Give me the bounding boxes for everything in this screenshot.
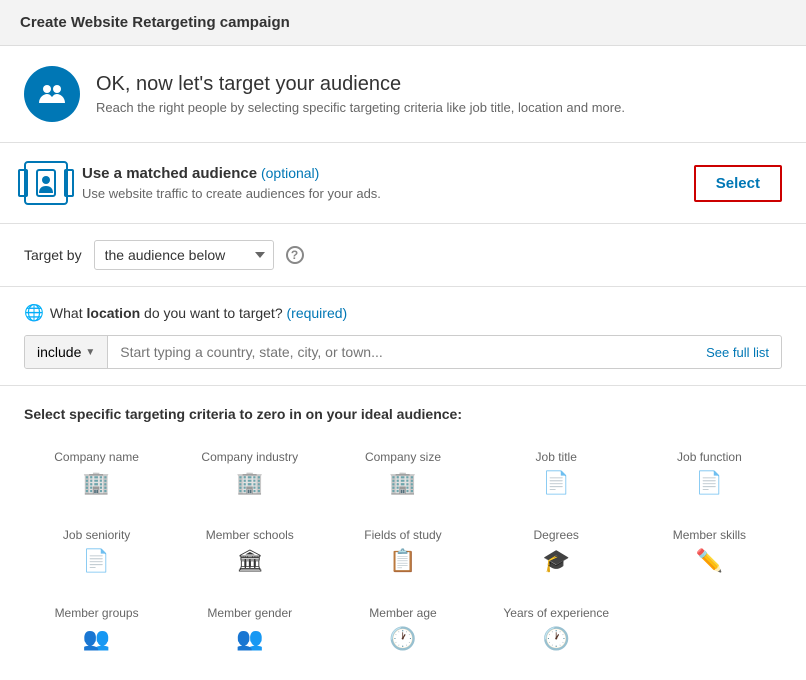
criteria-section-title: Select specific targeting criteria to ze… bbox=[24, 406, 782, 422]
criteria-label: Member gender bbox=[207, 606, 292, 620]
location-input-row: include ▼ See full list bbox=[24, 335, 782, 369]
criteria-icon: 📋 bbox=[389, 548, 416, 574]
criteria-icon: 📄 bbox=[542, 470, 569, 496]
help-icon[interactable]: ? bbox=[286, 246, 304, 264]
criteria-icon: 🏢 bbox=[236, 470, 263, 496]
criteria-label: Years of experience bbox=[503, 606, 609, 620]
criteria-item-years-of-experience[interactable]: Years of experience 🕐 bbox=[484, 598, 629, 660]
criteria-label: Fields of study bbox=[364, 528, 441, 542]
criteria-label: Job seniority bbox=[63, 528, 130, 542]
matched-audience-subtitle: Use website traffic to create audiences … bbox=[82, 186, 680, 201]
criteria-icon: 🕐 bbox=[389, 626, 416, 652]
criteria-icon: 👥 bbox=[83, 626, 110, 652]
matched-audience-text: Use a matched audience (optional) Use we… bbox=[82, 165, 680, 201]
criteria-label: Job title bbox=[536, 450, 577, 464]
criteria-item-member-age[interactable]: Member age 🕐 bbox=[330, 598, 475, 660]
audience-icon-circle bbox=[24, 66, 80, 122]
criteria-item-member-skills[interactable]: Member skills ✏️ bbox=[637, 520, 782, 582]
criteria-item-fields-of-study[interactable]: Fields of study 📋 bbox=[330, 520, 475, 582]
top-bar-suffix: campaign bbox=[216, 14, 290, 31]
criteria-label: Company industry bbox=[201, 450, 298, 464]
location-section: 🌐 What location do you want to target? (r… bbox=[0, 287, 806, 385]
criteria-label: Job function bbox=[677, 450, 742, 464]
criteria-grid: Company name 🏢 Company industry 🏢 Compan… bbox=[24, 442, 782, 660]
criteria-icon: 🏢 bbox=[83, 470, 110, 496]
target-by-section: Target by the audience below ? bbox=[0, 224, 806, 286]
criteria-icon: 🕐 bbox=[542, 626, 569, 652]
see-full-list-link[interactable]: See full list bbox=[694, 337, 781, 368]
globe-icon: 🌐 bbox=[24, 303, 44, 323]
criteria-item-job-seniority[interactable]: Job seniority 📄 bbox=[24, 520, 169, 582]
location-q-end: do you want to target? bbox=[140, 305, 282, 321]
criteria-icon: 🏢 bbox=[389, 470, 416, 496]
criteria-icon: 🎓 bbox=[542, 548, 569, 574]
chevron-down-icon: ▼ bbox=[85, 347, 95, 358]
top-bar: Create Website Retargeting campaign bbox=[0, 0, 806, 46]
criteria-icon: 🏛 bbox=[236, 548, 264, 574]
audience-header-text: OK, now let's target your audience Reach… bbox=[96, 73, 625, 115]
matched-audience-title: Use a matched audience bbox=[82, 165, 257, 182]
criteria-item-job-title[interactable]: Job title 📄 bbox=[484, 442, 629, 504]
criteria-item-member-schools[interactable]: Member schools 🏛 bbox=[177, 520, 322, 582]
matched-audience-section: Use a matched audience (optional) Use we… bbox=[0, 143, 806, 223]
criteria-item-member-gender[interactable]: Member gender 👥 bbox=[177, 598, 322, 660]
select-button[interactable]: Select bbox=[694, 165, 782, 202]
criteria-label: Member age bbox=[369, 606, 436, 620]
criteria-item-company-size[interactable]: Company size 🏢 bbox=[330, 442, 475, 504]
criteria-label: Company name bbox=[54, 450, 139, 464]
include-button[interactable]: include ▼ bbox=[25, 336, 108, 368]
include-label: include bbox=[37, 344, 81, 360]
criteria-icon: 📄 bbox=[83, 548, 110, 574]
criteria-icon: 📄 bbox=[696, 470, 723, 496]
criteria-label: Member groups bbox=[55, 606, 139, 620]
targeting-criteria-section: Select specific targeting criteria to ze… bbox=[0, 386, 806, 680]
criteria-item-degrees[interactable]: Degrees 🎓 bbox=[484, 520, 629, 582]
criteria-label: Degrees bbox=[534, 528, 579, 542]
location-required: (required) bbox=[283, 305, 348, 321]
criteria-label: Member skills bbox=[673, 528, 746, 542]
audience-header-title: OK, now let's target your audience bbox=[96, 73, 625, 96]
criteria-item-company-name[interactable]: Company name 🏢 bbox=[24, 442, 169, 504]
audience-header: OK, now let's target your audience Reach… bbox=[0, 46, 806, 142]
matched-audience-icon bbox=[24, 161, 68, 205]
address-book-icon bbox=[35, 169, 57, 197]
location-question: 🌐 What location do you want to target? (r… bbox=[24, 303, 782, 323]
target-by-select[interactable]: the audience below bbox=[94, 240, 274, 270]
location-q-start: What bbox=[50, 305, 87, 321]
top-bar-prefix: Create bbox=[20, 14, 71, 31]
people-icon bbox=[37, 79, 67, 109]
top-bar-bold: Website Retargeting bbox=[71, 14, 216, 31]
criteria-label: Member schools bbox=[206, 528, 294, 542]
location-q-bold: location bbox=[87, 305, 141, 321]
criteria-icon: ✏️ bbox=[696, 548, 723, 574]
audience-header-subtitle: Reach the right people by selecting spec… bbox=[96, 100, 625, 115]
criteria-item-job-function[interactable]: Job function 📄 bbox=[637, 442, 782, 504]
matched-audience-optional: (optional) bbox=[257, 165, 319, 181]
criteria-icon: 👥 bbox=[236, 626, 263, 652]
criteria-label: Company size bbox=[365, 450, 441, 464]
target-by-label: Target by bbox=[24, 247, 82, 263]
location-input[interactable] bbox=[108, 336, 694, 368]
criteria-item-company-industry[interactable]: Company industry 🏢 bbox=[177, 442, 322, 504]
criteria-item-member-groups[interactable]: Member groups 👥 bbox=[24, 598, 169, 660]
